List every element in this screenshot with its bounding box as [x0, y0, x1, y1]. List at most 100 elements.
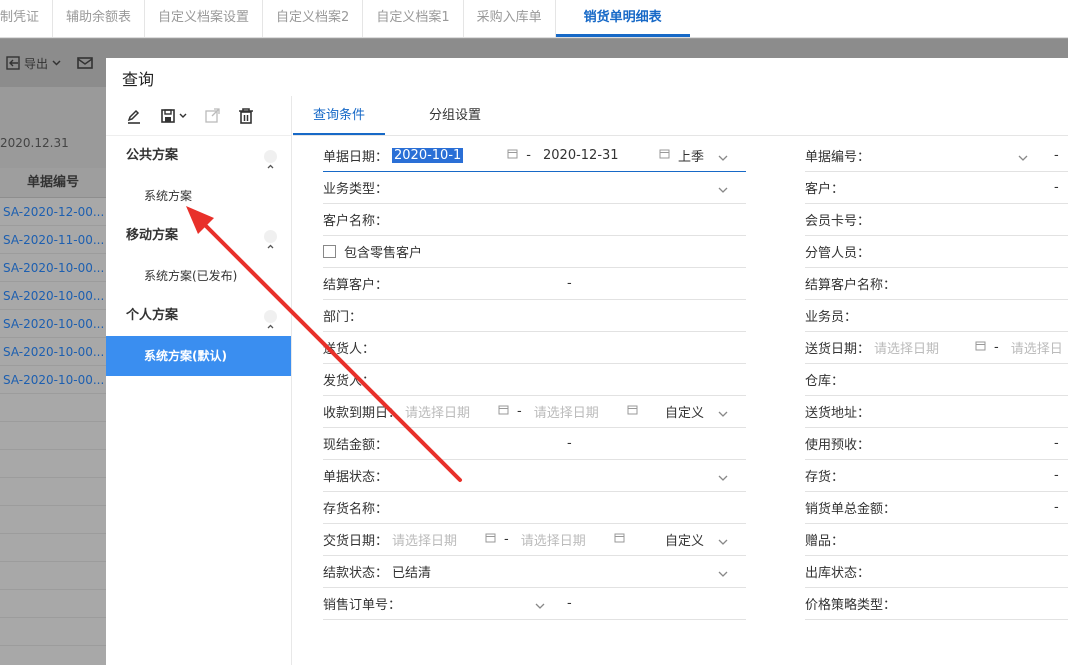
query-field[interactable]: 分管人员： [805, 236, 1068, 268]
query-field[interactable]: 客户名称： [323, 204, 746, 236]
field-value[interactable]: 已结清 [392, 562, 431, 581]
tab-sales-detail[interactable]: 销货单明细表 [555, 0, 690, 37]
tab-custom-archive-settings[interactable]: 自定义档案设置 [145, 0, 264, 37]
tab-voucher[interactable]: 制凭证 [0, 0, 54, 37]
query-field[interactable]: 销售订单号： - [323, 588, 746, 620]
chevron-down-icon [52, 60, 61, 66]
chevron-up-icon[interactable] [264, 230, 277, 249]
group-mobile-schemes[interactable]: 移动方案 [106, 216, 291, 256]
table-row-empty [0, 590, 106, 618]
chevron-up-icon[interactable] [264, 150, 277, 169]
chevron-up-icon[interactable] [264, 310, 277, 329]
tab-group-settings[interactable]: 分组设置 [409, 96, 501, 135]
background-table: 单据编号 SA-2020-12-00... SA-2020-11-00... S… [0, 168, 106, 665]
query-field[interactable]: 发货人： [323, 364, 746, 396]
date-end-input[interactable]: 请选择日期 [521, 530, 586, 549]
query-field[interactable]: 会员卡号： [805, 204, 1068, 236]
table-row-empty [0, 618, 106, 646]
query-dialog: 查询 公共方案 系统方案 移动方案 系统方案(已发布) 个人方案 系统方案(默认… [106, 58, 1068, 665]
query-field[interactable]: 收款到期日： 请选择日期 - 请选择日期 自定义 [323, 396, 746, 428]
query-field[interactable]: 包含零售客户 [323, 236, 746, 268]
print-button[interactable] [71, 56, 93, 70]
query-field[interactable]: 送货日期： 请选择日期 - 请选择日 [805, 332, 1068, 364]
table-row[interactable]: SA-2020-12-00... [0, 198, 106, 226]
query-field[interactable]: 部门： [323, 300, 746, 332]
query-field[interactable]: 单据状态： [323, 460, 746, 492]
query-field[interactable]: 赠品： [805, 524, 1068, 556]
calendar-icon[interactable] [507, 148, 518, 159]
query-field[interactable]: 销货单总金额： - [805, 492, 1068, 524]
date-start-input[interactable]: 请选择日期 [392, 530, 457, 549]
range-separator: - [1054, 180, 1059, 195]
date-end-input[interactable]: 请选择日 [1011, 338, 1063, 357]
query-field[interactable]: 结款状态： 已结清 [323, 556, 746, 588]
query-field[interactable]: 单据日期： 2020-10-1-2020-12-31 上季 [323, 140, 746, 172]
calendar-icon[interactable] [627, 404, 638, 415]
query-field[interactable]: 交货日期： 请选择日期 - 请选择日期 自定义 [323, 524, 746, 556]
calendar-icon[interactable] [485, 532, 496, 543]
calendar-icon[interactable] [659, 148, 670, 159]
query-field[interactable]: 价格策略类型： [805, 588, 1068, 620]
edit-icon[interactable] [126, 108, 142, 124]
date-range-select[interactable]: 自定义 [665, 402, 704, 421]
date-start-input[interactable]: 2020-10-1 [392, 148, 464, 163]
query-field[interactable]: 送货地址： [805, 396, 1068, 428]
group-public-schemes[interactable]: 公共方案 [106, 136, 291, 176]
date-start-input[interactable]: 请选择日期 [405, 402, 470, 421]
condition-panel: 查询条件 分组设置 单据日期： 2020-10-1 - 2020-12-31 上季业务类… [293, 96, 1068, 665]
query-field[interactable]: 结算客户名称： [805, 268, 1068, 300]
export-button[interactable]: 导出 [0, 55, 61, 72]
tab-custom-archive-1[interactable]: 自定义档案1 [363, 0, 464, 37]
field-label: 业务员： [805, 310, 858, 325]
tab-purchase-inbound[interactable]: 采购入库单 [464, 0, 556, 37]
table-row[interactable]: SA-2020-10-00... [0, 254, 106, 282]
query-field[interactable]: 出库状态： [805, 556, 1068, 588]
table-row[interactable]: SA-2020-10-00... [0, 282, 106, 310]
group-personal-schemes[interactable]: 个人方案 [106, 296, 291, 336]
group-label: 个人方案 [126, 308, 179, 323]
share-icon[interactable] [205, 108, 220, 123]
query-field[interactable]: 送货人： [323, 332, 746, 364]
table-row[interactable]: SA-2020-11-00... [0, 226, 106, 254]
date-end-input[interactable]: 请选择日期 [534, 402, 599, 421]
scheme-system-published[interactable]: 系统方案(已发布) [106, 256, 291, 296]
calendar-icon[interactable] [498, 404, 509, 415]
save-button[interactable] [160, 108, 187, 124]
save-icon [161, 108, 175, 123]
checkbox[interactable] [323, 245, 336, 258]
date-end-input[interactable]: 2020-12-31 [543, 148, 619, 163]
calendar-icon[interactable] [614, 532, 625, 543]
calendar-icon[interactable] [975, 340, 986, 351]
scheme-system-default[interactable]: 系统方案(默认) [106, 336, 291, 376]
delete-icon[interactable] [238, 107, 254, 124]
tab-aux-balance[interactable]: 辅助余额表 [53, 0, 146, 37]
query-field[interactable]: 结算客户： - [323, 268, 746, 300]
scheme-toolbar [106, 96, 291, 136]
table-row[interactable]: SA-2020-10-00... [0, 366, 106, 394]
scheme-system[interactable]: 系统方案 [106, 176, 291, 216]
chevron-down-icon [179, 113, 187, 118]
tab-query-conditions[interactable]: 查询条件 [293, 96, 386, 135]
query-field[interactable]: 客户： - [805, 172, 1068, 204]
date-range-select[interactable]: 自定义 [665, 530, 704, 549]
date-range-select[interactable]: 上季 [678, 146, 704, 165]
query-field[interactable]: 仓库： [805, 364, 1068, 396]
table-row-empty [0, 646, 106, 665]
table-row-empty [0, 562, 106, 590]
table-row[interactable]: SA-2020-10-00... [0, 310, 106, 338]
query-field[interactable]: 存货： - [805, 460, 1068, 492]
query-field[interactable]: 业务类型： [323, 172, 746, 204]
query-field[interactable]: 现结金额： - [323, 428, 746, 460]
query-field[interactable]: 存货名称： [323, 492, 746, 524]
field-label: 单据日期： [323, 150, 389, 165]
field-label: 赠品： [805, 534, 845, 549]
query-field[interactable]: 单据编号： - [805, 140, 1068, 172]
query-field[interactable]: 使用预收： - [805, 428, 1068, 460]
query-field[interactable]: 业务员： [805, 300, 1068, 332]
field-label: 单据编号： [805, 150, 871, 165]
date-start-input[interactable]: 请选择日期 [874, 338, 939, 357]
chevron-down-icon [718, 155, 728, 161]
chevron-down-icon [718, 571, 728, 577]
table-row[interactable]: SA-2020-10-00... [0, 338, 106, 366]
tab-custom-archive-2[interactable]: 自定义档案2 [263, 0, 364, 37]
